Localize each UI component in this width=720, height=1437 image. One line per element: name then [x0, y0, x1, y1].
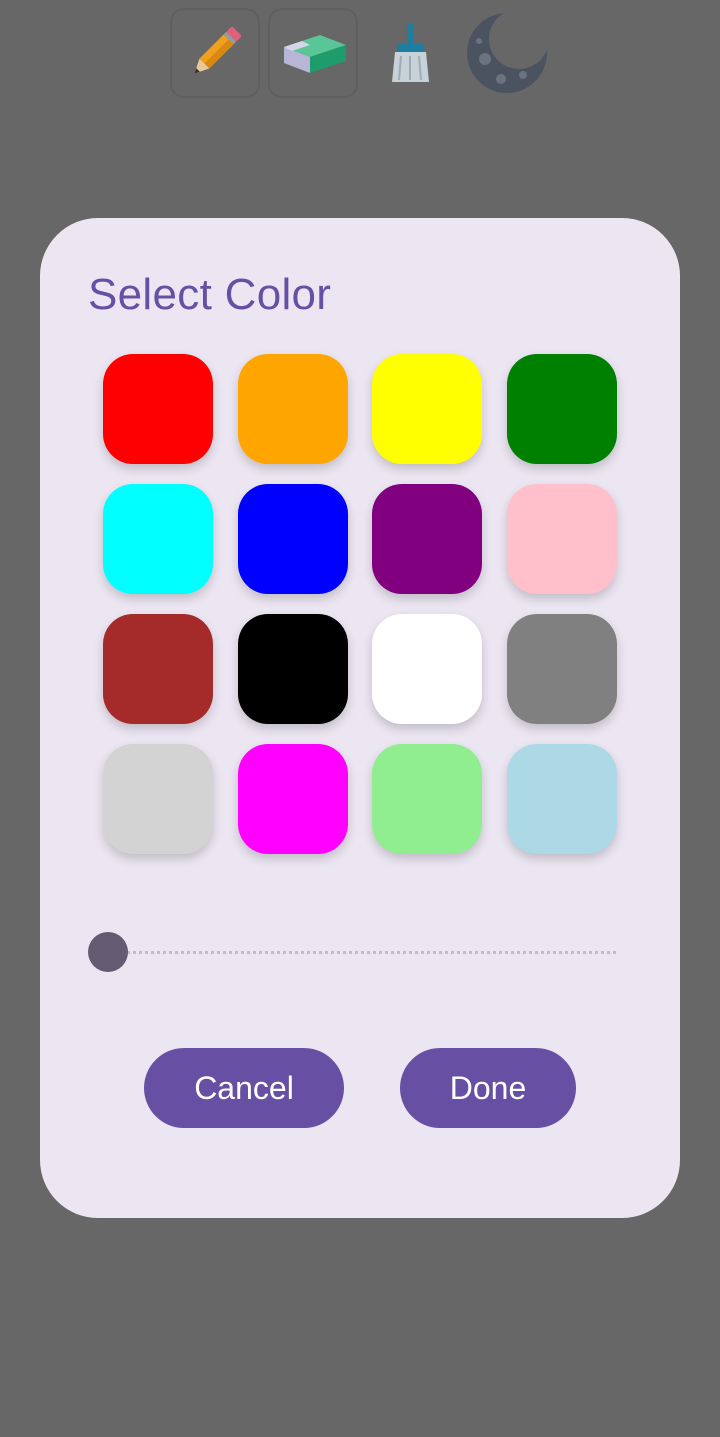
- color-swatch[interactable]: [507, 744, 617, 854]
- broom-icon: [392, 24, 429, 82]
- cancel-button[interactable]: Cancel: [144, 1048, 344, 1128]
- eraser-icon: [284, 35, 346, 73]
- color-swatch[interactable]: [507, 484, 617, 594]
- color-swatch[interactable]: [372, 484, 482, 594]
- color-swatch[interactable]: [103, 484, 213, 594]
- slider-thumb[interactable]: [88, 932, 128, 972]
- dialog-title: Select Color: [88, 270, 332, 319]
- pencil-icon: [194, 26, 242, 74]
- color-swatch[interactable]: [103, 354, 213, 464]
- moon-icon: [467, 13, 547, 93]
- color-swatch[interactable]: [238, 614, 348, 724]
- clear-tool-button[interactable]: [366, 8, 456, 98]
- color-picker-dialog: Select Color Cancel Done: [40, 218, 680, 1218]
- toolbar: [0, 8, 720, 100]
- color-swatch[interactable]: [372, 614, 482, 724]
- color-swatch[interactable]: [372, 354, 482, 464]
- color-swatch[interactable]: [103, 614, 213, 724]
- color-swatch[interactable]: [372, 744, 482, 854]
- pencil-tool-button[interactable]: [170, 8, 260, 98]
- eraser-tool-button[interactable]: [268, 8, 358, 98]
- brush-size-slider[interactable]: [88, 932, 616, 972]
- color-swatch[interactable]: [238, 354, 348, 464]
- color-swatch[interactable]: [238, 484, 348, 594]
- color-swatch[interactable]: [507, 354, 617, 464]
- done-button[interactable]: Done: [400, 1048, 576, 1128]
- theme-toggle-button[interactable]: [462, 8, 552, 98]
- slider-track[interactable]: [108, 951, 616, 954]
- color-swatch[interactable]: [238, 744, 348, 854]
- color-swatch[interactable]: [507, 614, 617, 724]
- color-swatch[interactable]: [103, 744, 213, 854]
